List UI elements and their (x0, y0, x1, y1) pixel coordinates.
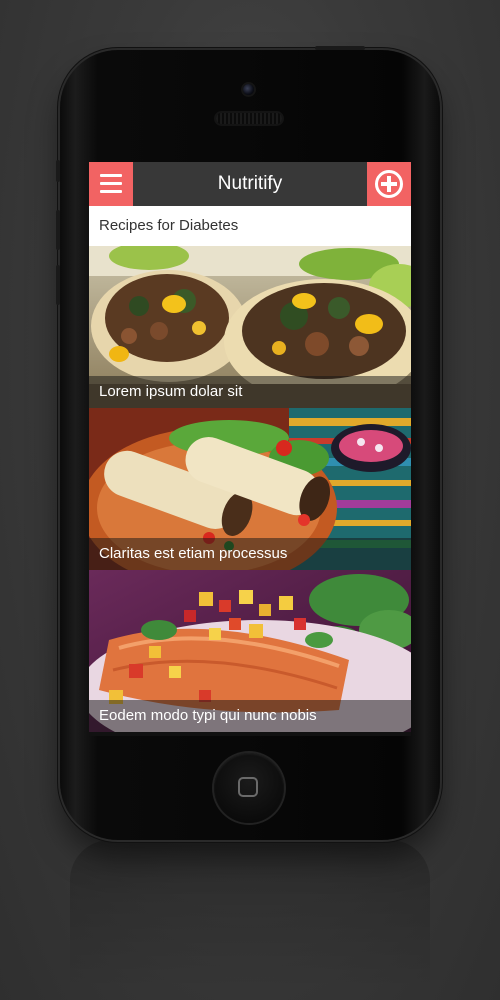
recipe-card[interactable]: Claritas est etiam processus (89, 408, 411, 570)
recipe-title: Eodem modo typi qui nunc nobis (89, 700, 411, 732)
section-header: Recipes for Diabetes (89, 206, 411, 246)
mute-switch (56, 160, 60, 182)
section-title: Recipes for Diabetes (99, 217, 239, 234)
recipe-card[interactable]: Lorem ipsum dolar sit (89, 246, 411, 408)
phone-reflection (70, 840, 430, 990)
volume-up-button (56, 210, 60, 250)
home-button[interactable] (214, 753, 284, 823)
menu-button[interactable] (89, 162, 133, 206)
recipe-title: Claritas est etiam processus (89, 538, 411, 570)
front-camera (243, 84, 254, 95)
volume-down-button (56, 265, 60, 305)
power-button (315, 46, 365, 50)
earpiece-speaker (216, 113, 282, 124)
home-square-icon (238, 777, 258, 797)
add-recipe-button[interactable] (367, 162, 411, 206)
top-app-bar: Nutritify (89, 162, 411, 206)
recipe-title: Lorem ipsum dolar sit (89, 376, 411, 408)
app-title: Nutritify (217, 173, 283, 194)
recipe-card[interactable]: Eodem modo typi qui nunc nobis (89, 570, 411, 732)
app-screen: Nutritify Recipes for Diabetes Lorem ips… (89, 162, 411, 736)
